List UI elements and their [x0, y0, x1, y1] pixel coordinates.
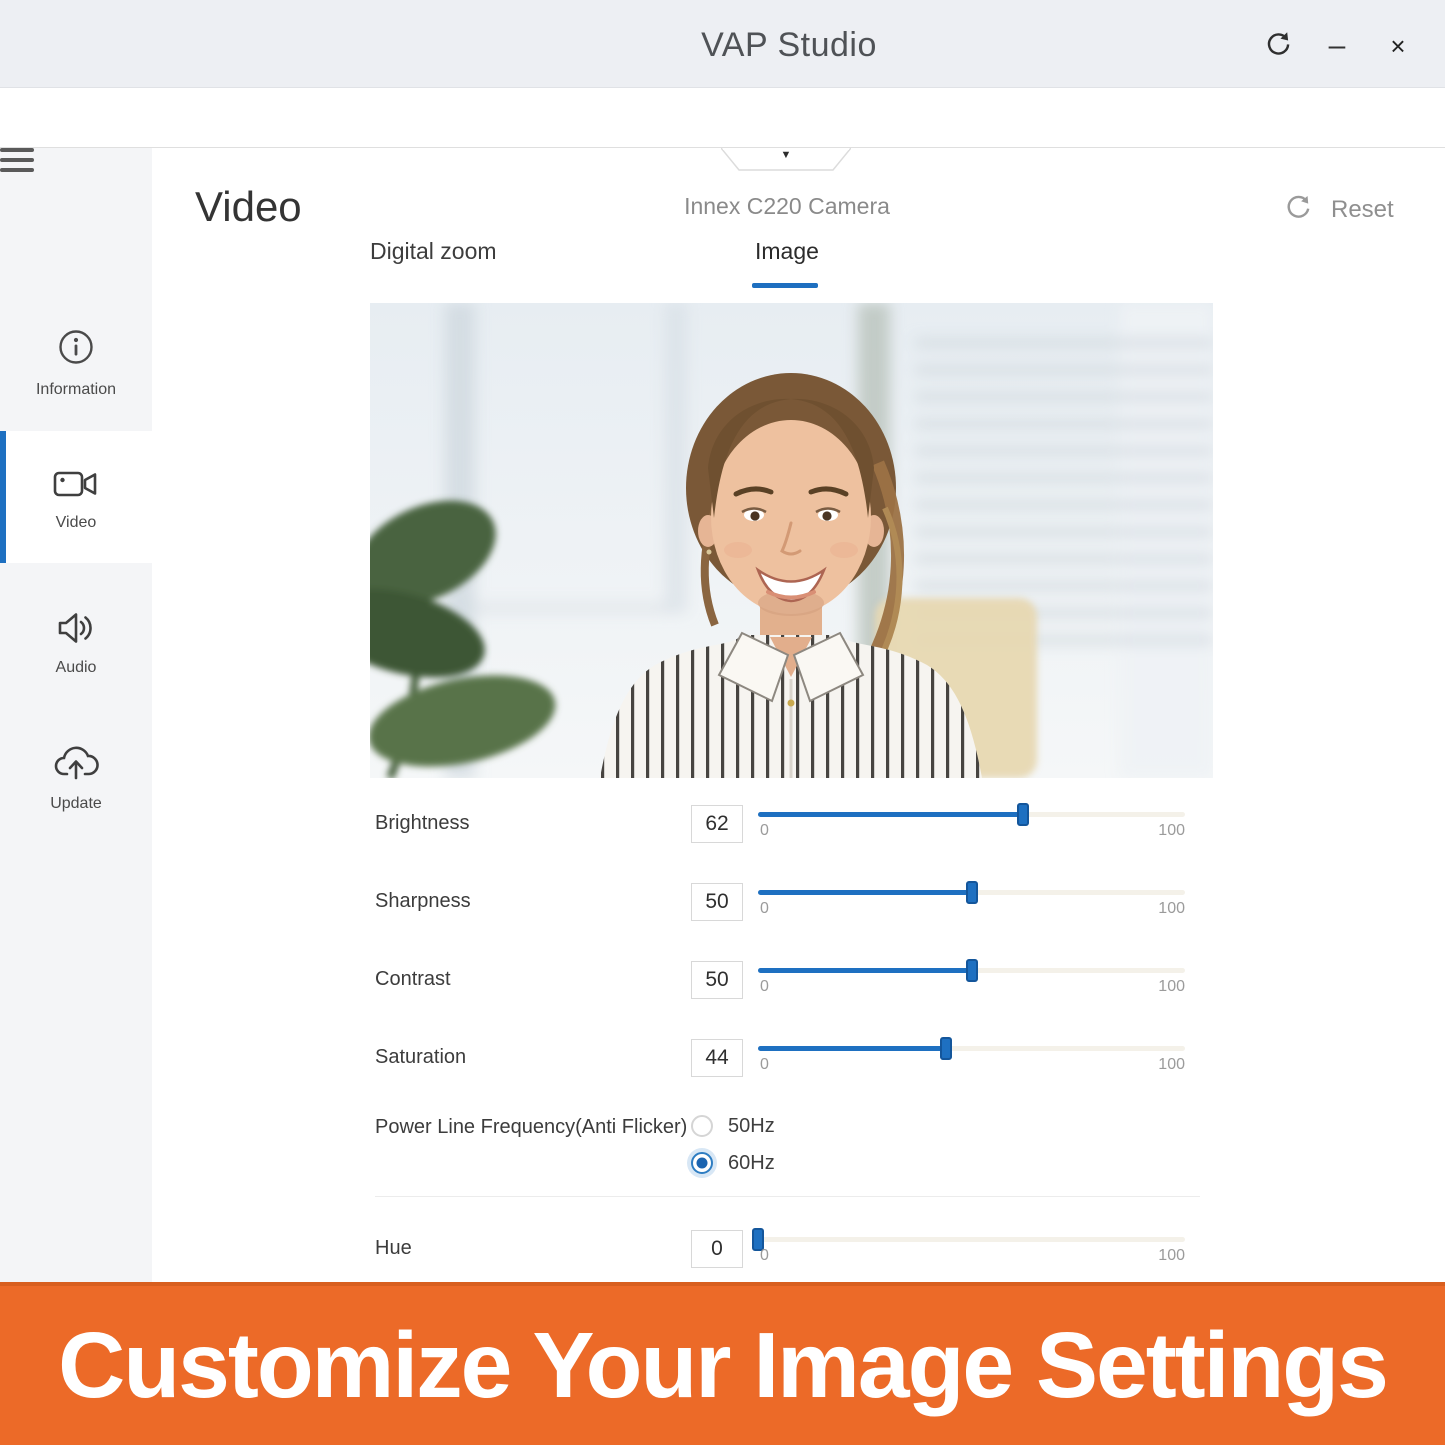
device-selector[interactable]: Innex C220 Camera [684, 193, 890, 220]
radio-option-50hz[interactable]: 50Hz [691, 1114, 775, 1138]
sidebar: Information Video Audio [0, 148, 152, 1282]
close-button[interactable]: × [1376, 24, 1420, 68]
brightness-slider[interactable]: 0 100 [758, 812, 1185, 817]
slider-max-label: 100 [1158, 900, 1185, 918]
reset-label: Reset [1331, 196, 1394, 224]
banner-text: Customize Your Image Settings [58, 1312, 1387, 1419]
sidebar-item-audio[interactable]: Audio [0, 610, 152, 700]
radio-button[interactable] [691, 1115, 713, 1137]
saturation-slider[interactable]: 0 100 [758, 1046, 1185, 1051]
slider-handle[interactable] [940, 1037, 952, 1060]
section-divider [375, 1196, 1200, 1197]
slider-max-label: 100 [1158, 1056, 1185, 1074]
page-title: Video [195, 183, 302, 231]
video-camera-icon [0, 469, 152, 506]
contrast-value-input[interactable] [691, 961, 743, 999]
contrast-slider[interactable]: 0 100 [758, 968, 1185, 973]
sidebar-item-video[interactable]: Video [0, 431, 152, 563]
refresh-icon [1263, 29, 1293, 64]
radio-label: 60Hz [728, 1152, 775, 1175]
radio-dot [697, 1158, 708, 1169]
sidebar-item-update[interactable]: Update [0, 746, 152, 836]
camera-preview [370, 303, 1213, 778]
power-line-frequency-label: Power Line Frequency(Anti Flicker) [375, 1116, 687, 1139]
slider-fill [758, 1046, 946, 1051]
speaker-icon [0, 610, 152, 651]
minimize-icon: – [1329, 29, 1346, 63]
radio-label: 50Hz [728, 1115, 775, 1138]
sidebar-item-label: Video [56, 514, 97, 531]
tab-digital-zoom[interactable]: Digital zoom [370, 238, 497, 265]
tab-image[interactable]: Image [755, 238, 819, 265]
app-title: VAP Studio [701, 26, 877, 65]
sharpness-slider[interactable]: 0 100 [758, 890, 1185, 895]
slider-track[interactable] [758, 1237, 1185, 1242]
active-indicator [0, 431, 6, 563]
slider-max-label: 100 [1158, 822, 1185, 840]
sidebar-item-information[interactable]: Information [0, 326, 152, 416]
window-refresh-button[interactable] [1256, 24, 1300, 68]
slider-min-label: 0 [760, 978, 769, 996]
radio-option-60hz[interactable]: 60Hz [691, 1151, 775, 1175]
device-dropdown-tab[interactable]: ▼ [721, 148, 851, 172]
minimize-button[interactable]: – [1315, 24, 1359, 68]
sidebar-item-label: Audio [56, 659, 97, 676]
saturation-label: Saturation [375, 1046, 466, 1069]
slider-min-label: 0 [760, 822, 769, 840]
sidebar-item-label: Update [50, 795, 102, 812]
title-bar: VAP Studio – × [0, 0, 1445, 88]
slider-fill [758, 812, 1023, 817]
slider-min-label: 0 [760, 1056, 769, 1074]
slider-handle[interactable] [966, 881, 978, 904]
preview-illustration [370, 303, 1213, 778]
slider-fill [758, 890, 972, 895]
saturation-value-input[interactable] [691, 1039, 743, 1077]
slider-fill [758, 968, 972, 973]
sharpness-value-input[interactable] [691, 883, 743, 921]
cloud-upload-icon [0, 746, 152, 787]
hue-slider[interactable]: 0 100 [758, 1237, 1185, 1242]
radio-button[interactable] [691, 1152, 713, 1174]
close-icon: × [1390, 31, 1405, 62]
slider-max-label: 100 [1158, 1247, 1185, 1265]
reset-button[interactable]: Reset [1283, 190, 1423, 230]
slider-min-label: 0 [760, 900, 769, 918]
brightness-value-input[interactable] [691, 805, 743, 843]
hue-label: Hue [375, 1237, 412, 1260]
active-tab-underline [752, 283, 818, 288]
slider-handle[interactable] [1017, 803, 1029, 826]
brightness-label: Brightness [375, 812, 470, 835]
refresh-icon [1283, 192, 1313, 229]
slider-min-label: 0 [760, 1247, 769, 1265]
chevron-down-icon: ▼ [781, 149, 792, 161]
sharpness-label: Sharpness [375, 890, 471, 913]
slider-handle[interactable] [966, 959, 978, 982]
hue-value-input[interactable] [691, 1230, 743, 1268]
contrast-label: Contrast [375, 968, 451, 991]
info-icon [0, 326, 152, 373]
sidebar-item-label: Information [36, 381, 116, 398]
promo-banner: Customize Your Image Settings [0, 1282, 1445, 1445]
menu-icon[interactable] [0, 148, 34, 172]
slider-max-label: 100 [1158, 978, 1185, 996]
device-bar: Innex C220 Camera [0, 88, 1445, 148]
